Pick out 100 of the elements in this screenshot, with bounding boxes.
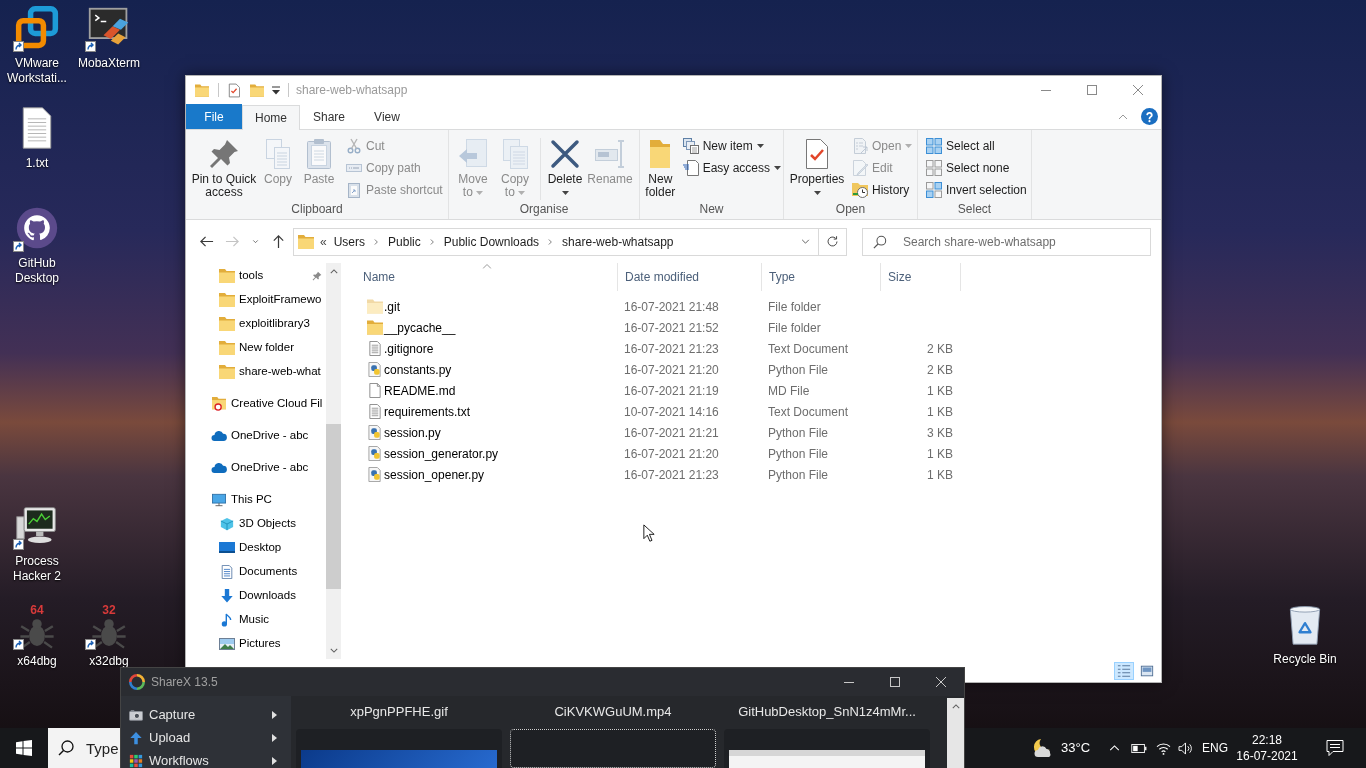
camera-icon [129, 707, 143, 722]
desktop-icon-label[interactable]: x32dbg [89, 654, 129, 669]
modified-date: 10-07-2021 14:16 [624, 404, 719, 419]
file-type: Python File [768, 446, 829, 461]
modified-date: 16-07-2021 21:19 [624, 383, 719, 398]
nav-item[interactable]: exploitlibrary3 [186, 312, 326, 336]
desktop-icon-label[interactable]: MobaXterm [78, 56, 140, 71]
breadcrumb-link[interactable]: Public Downloads [438, 232, 545, 251]
ribbon-button[interactable]: Invert selection [924, 179, 1029, 201]
ribbon-tab[interactable]: Home [242, 105, 300, 130]
column-header[interactable]: Size [881, 263, 961, 291]
upload-arrow-icon [129, 730, 143, 745]
ribbon-tab[interactable]: View [358, 104, 416, 129]
ribbon-button[interactable]: Delete [544, 130, 586, 199]
file-size: 1 KB [927, 466, 953, 484]
maximize-icon [890, 677, 900, 687]
language-button[interactable]: ENG [1200, 728, 1230, 768]
breadcrumb-link[interactable]: Users [328, 232, 371, 251]
ribbon-button[interactable]: Properties [788, 130, 846, 199]
thumbnail-card[interactable] [510, 729, 716, 768]
minimize-icon [844, 681, 854, 683]
scrollbar[interactable] [947, 698, 964, 768]
properties-check-icon[interactable] [228, 82, 240, 98]
menu-item[interactable]: Capture [121, 703, 291, 726]
breadcrumb-overflow-button[interactable]: « [318, 232, 329, 251]
nav-item[interactable]: Documents [186, 560, 326, 584]
customize-dropdown-icon[interactable] [272, 85, 280, 95]
column-header[interactable]: Type [762, 263, 881, 291]
dropdown-chevron-icon [250, 237, 260, 246]
scrollbar[interactable] [326, 263, 341, 659]
ribbon-button[interactable]: Easy access [680, 157, 783, 179]
chevron-up-icon [1108, 745, 1120, 751]
dropdown-chevron-icon[interactable] [801, 239, 810, 244]
ribbon-button[interactable]: History [850, 179, 915, 201]
cloud-icon [211, 429, 227, 443]
thumbnail-title: GitHubDesktop_SnN1z4mMr... [738, 703, 916, 721]
ribbon-group-label: Clipboard [291, 202, 343, 218]
file-name[interactable]: session.py [384, 423, 441, 442]
clock-button[interactable]: 22:18 16-07-2021 [1232, 728, 1302, 768]
scroll-down-icon[interactable] [329, 648, 338, 653]
file-name[interactable]: session_opener.py [384, 465, 485, 484]
file-name[interactable]: README.md [384, 381, 456, 400]
nav-item[interactable]: Downloads [186, 584, 326, 608]
nav-item[interactable]: Desktop [186, 536, 326, 560]
nav-item[interactable]: OneDrive - abc [186, 456, 326, 480]
scrollbar-thumb[interactable] [326, 424, 341, 589]
desktop-icon-label[interactable]: x64dbg [17, 654, 57, 669]
nav-item[interactable]: ExploitFramewo [186, 288, 326, 312]
pencil-document-icon [852, 160, 868, 176]
breadcrumb-link[interactable]: share-web-whatsapp [557, 232, 679, 251]
nav-item[interactable]: Creative Cloud Fil [186, 392, 326, 416]
view-toggle-button[interactable] [1114, 661, 1134, 680]
nav-item[interactable]: 3D Objects [186, 512, 326, 536]
breadcrumb-chevron-icon [548, 237, 554, 246]
desktop-icon-label[interactable]: 1.txt [25, 156, 49, 171]
nav-item[interactable]: Music [186, 608, 326, 632]
cat-logo-icon[interactable] [15, 206, 59, 250]
ribbon-button[interactable]: Pin to Quick access [190, 130, 258, 199]
address-bar[interactable]: « Users Public Public Downloads share-web-whatsapp [293, 227, 819, 256]
ribbon-tab[interactable]: Share [300, 104, 358, 129]
submenu-arrow-icon [272, 756, 277, 765]
column-header[interactable]: Name [356, 263, 618, 291]
desktop-icon-label[interactable]: GitHub Desktop [0, 256, 74, 286]
nav-item[interactable]: tools [186, 264, 326, 288]
file-name[interactable]: constants.py [384, 360, 452, 379]
ribbon-button[interactable]: New item [680, 135, 783, 157]
ribbon-button[interactable]: New folder [644, 130, 677, 199]
desktop-icon-label[interactable]: Process Hacker 2 [0, 554, 74, 584]
desktop-icon-label[interactable]: Recycle Bin [1273, 652, 1337, 667]
file-name[interactable]: __pycache__ [384, 318, 456, 337]
open-document-icon [852, 138, 868, 154]
search-field[interactable]: Search share-web-whatsapp [862, 227, 1151, 256]
ribbon-button[interactable]: Select all [924, 135, 1029, 157]
column-header[interactable]: Date modified [618, 263, 762, 291]
overlapping-squares-icon[interactable] [15, 6, 59, 50]
scroll-up-icon[interactable] [329, 269, 338, 274]
menu-item[interactable]: Upload [121, 726, 291, 749]
nav-item[interactable]: Pictures [186, 632, 326, 656]
search-field[interactable]: Type [48, 728, 120, 768]
file-name[interactable]: requirements.txt [384, 402, 471, 421]
ribbon-button[interactable]: Select none [924, 157, 1029, 179]
weather-button[interactable]: 33°C [1032, 728, 1096, 768]
refresh-button[interactable] [819, 227, 847, 256]
nav-item[interactable]: OneDrive - abc [186, 424, 326, 448]
file-name[interactable]: .gitignore [384, 339, 434, 358]
nav-item[interactable]: New folder [186, 336, 326, 360]
nav-item[interactable]: This PC [186, 488, 326, 512]
modified-date: 16-07-2021 21:48 [624, 299, 719, 314]
collapse-chevron-icon[interactable] [1118, 113, 1128, 120]
file-size: 3 KB [927, 424, 953, 442]
file-name[interactable]: .git [384, 297, 400, 316]
breadcrumb-link[interactable]: Public [383, 232, 426, 251]
scroll-up-icon[interactable] [951, 704, 960, 709]
file-name[interactable]: session_generator.py [384, 444, 499, 463]
help-icon[interactable] [1141, 108, 1158, 125]
battery-icon [1131, 743, 1147, 753]
desktop-icon-label[interactable]: VMware Workstati... [0, 56, 74, 86]
menu-item[interactable]: Workflows [121, 749, 291, 768]
nav-item[interactable]: share-web-what [186, 360, 326, 384]
file-menu-button[interactable]: File [186, 104, 242, 129]
